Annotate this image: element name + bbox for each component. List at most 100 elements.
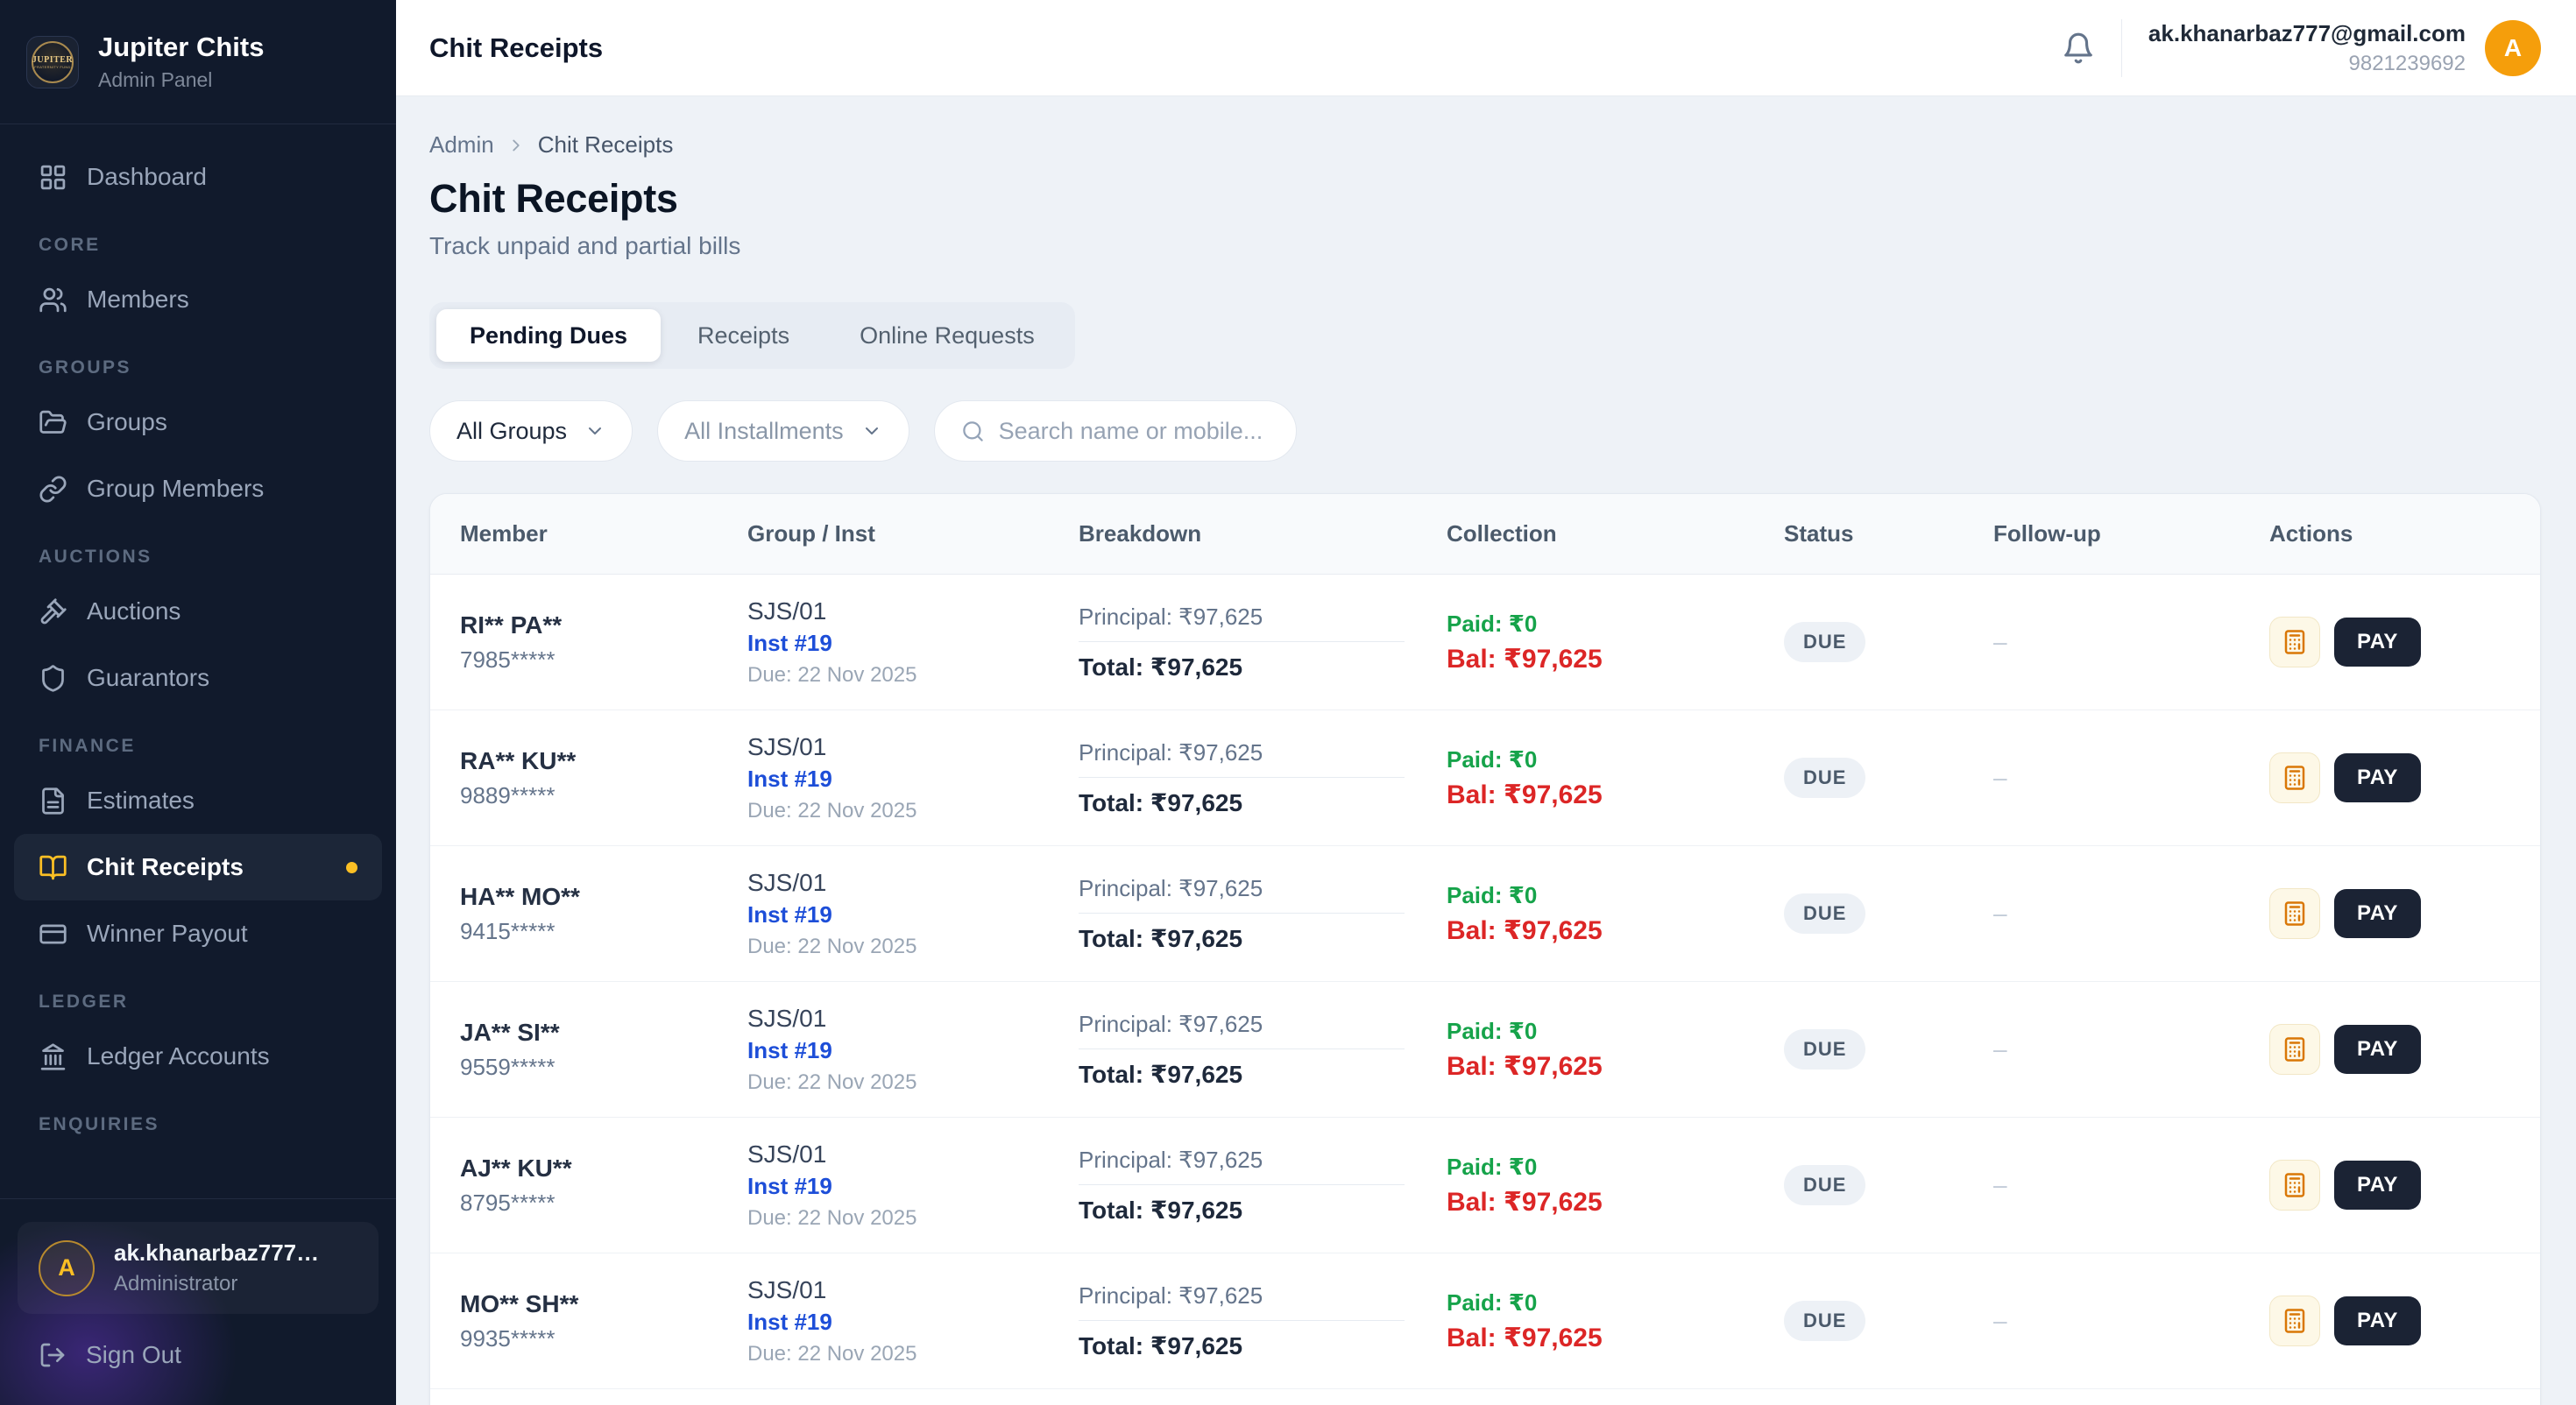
installment-link[interactable]: Inst #19 <box>747 901 1079 928</box>
principal-amount: Principal: ₹97,625 <box>1079 1282 1405 1321</box>
sidebar-item-label: Guarantors <box>87 664 209 692</box>
breadcrumb-item-admin[interactable]: Admin <box>429 131 494 159</box>
user-card[interactable]: A ak.khanarbaz777@g... Administrator <box>18 1222 379 1314</box>
tab-receipts[interactable]: Receipts <box>664 309 823 362</box>
pay-button[interactable]: PAY <box>2334 1296 2421 1345</box>
installment-link[interactable]: Inst #19 <box>747 1037 1079 1064</box>
tab-pending-dues[interactable]: Pending Dues <box>436 309 661 362</box>
sidebar-item-auctions[interactable]: Auctions <box>14 578 382 645</box>
followup-placeholder: – <box>1993 1307 2007 1334</box>
chevron-right-icon <box>506 136 526 155</box>
installment-link[interactable]: Inst #19 <box>747 1173 1079 1200</box>
notifications-button[interactable] <box>2062 32 2095 65</box>
status-cell: DUE <box>1784 1165 1993 1205</box>
nav-section-label-ledger: LEDGER <box>39 992 357 1013</box>
sidebar-item-label: Members <box>87 286 189 314</box>
group-code: SJS/01 <box>747 1005 1079 1033</box>
account-info: ak.khanarbaz777@gmail.com 9821239692 <box>2148 20 2466 76</box>
followup-cell: – <box>1993 1035 2269 1063</box>
balance-amount: Bal: ₹97,625 <box>1447 1051 1784 1082</box>
status-badge: DUE <box>1784 622 1865 662</box>
receipt-button[interactable] <box>2269 1160 2320 1211</box>
account-avatar-initial: A <box>2504 34 2522 62</box>
calculator-icon <box>2282 1308 2308 1334</box>
table-filler <box>430 1389 2540 1405</box>
group-filter-dropdown[interactable]: All Groups <box>429 400 633 462</box>
sidebar-item-guarantors[interactable]: Guarantors <box>14 645 382 711</box>
nav-section-label-groups: GROUPS <box>39 357 357 378</box>
followup-placeholder: – <box>1993 900 2007 927</box>
member-phone: 9889***** <box>460 782 747 809</box>
brand-text: Jupiter Chits Admin Panel <box>98 32 264 92</box>
landmark-icon <box>39 1042 67 1071</box>
page-content: AdminChit Receipts Chit Receipts Track u… <box>396 96 2576 1405</box>
receipt-button[interactable] <box>2269 752 2320 803</box>
receipt-button[interactable] <box>2269 1024 2320 1075</box>
filters-bar: All Groups All Installments <box>429 400 2541 462</box>
sidebar-item-ledger-accounts[interactable]: Ledger Accounts <box>14 1023 382 1090</box>
column-header-follow-up: Follow-up <box>1993 520 2269 547</box>
sidebar-item-dashboard[interactable]: Dashboard <box>14 144 382 210</box>
balance-amount: Bal: ₹97,625 <box>1447 915 1784 946</box>
sidebar-item-label: Winner Payout <box>87 920 248 948</box>
paid-amount: Paid: ₹0 <box>1447 882 1784 909</box>
chevron-down-icon <box>861 420 882 441</box>
group-cell: SJS/01Inst #19Due: 22 Nov 2025 <box>747 869 1079 959</box>
sidebar-item-label: Dashboard <box>87 163 207 191</box>
breakdown-cell: Principal: ₹97,625Total: ₹97,625 <box>1079 875 1447 953</box>
brand-title: Jupiter Chits <box>98 32 264 63</box>
sidebar-item-estimates[interactable]: Estimates <box>14 767 382 834</box>
tab-online-requests[interactable]: Online Requests <box>826 309 1068 362</box>
installment-link[interactable]: Inst #19 <box>747 766 1079 793</box>
principal-amount: Principal: ₹97,625 <box>1079 739 1405 778</box>
sidebar-item-label: Groups <box>87 408 167 436</box>
installment-link[interactable]: Inst #19 <box>747 1309 1079 1336</box>
receipt-button[interactable] <box>2269 888 2320 939</box>
breakdown-cell: Principal: ₹97,625Total: ₹97,625 <box>1079 1282 1447 1360</box>
followup-placeholder: – <box>1993 764 2007 791</box>
member-cell: JA** SI**9559***** <box>460 1019 747 1081</box>
actions-cell: PAY <box>2269 1296 2510 1346</box>
brand: JUPITER FRATERNITY FUND Jupiter Chits Ad… <box>0 0 396 124</box>
pay-button[interactable]: PAY <box>2334 1161 2421 1210</box>
sidebar-footer: A ak.khanarbaz777@g... Administrator Sig… <box>0 1198 396 1405</box>
pay-button[interactable]: PAY <box>2334 618 2421 667</box>
group-cell: SJS/01Inst #19Due: 22 Nov 2025 <box>747 1276 1079 1366</box>
principal-amount: Principal: ₹97,625 <box>1079 1011 1405 1049</box>
column-header-breakdown: Breakdown <box>1079 520 1447 547</box>
main-area: Chit Receipts ak.khanarbaz777@gmail.com … <box>396 0 2576 1405</box>
sidebar-item-members[interactable]: Members <box>14 266 382 333</box>
pay-button[interactable]: PAY <box>2334 889 2421 938</box>
member-name: MO** SH** <box>460 1290 747 1318</box>
receipt-button[interactable] <box>2269 1296 2320 1346</box>
installment-link[interactable]: Inst #19 <box>747 630 1079 657</box>
installment-filter-dropdown[interactable]: All Installments <box>657 400 909 462</box>
pay-button[interactable]: PAY <box>2334 753 2421 802</box>
installment-filter-value: All Installments <box>684 418 844 445</box>
table-row: HA** MO**9415*****SJS/01Inst #19Due: 22 … <box>430 846 2540 982</box>
pay-button[interactable]: PAY <box>2334 1025 2421 1074</box>
sidebar-item-chit-receipts[interactable]: Chit Receipts <box>14 834 382 900</box>
member-phone: 9415***** <box>460 918 747 945</box>
chevron-right-icon <box>506 136 526 155</box>
member-name: RI** PA** <box>460 611 747 639</box>
search-input[interactable] <box>999 418 1270 445</box>
actions-cell: PAY <box>2269 1024 2510 1075</box>
member-phone: 7985***** <box>460 646 747 674</box>
topbar-divider <box>2121 19 2122 77</box>
sidebar: JUPITER FRATERNITY FUND Jupiter Chits Ad… <box>0 0 396 1405</box>
sidebar-item-group-members[interactable]: Group Members <box>14 455 382 522</box>
account-avatar[interactable]: A <box>2485 20 2541 76</box>
breadcrumb-item-chit-receipts[interactable]: Chit Receipts <box>538 131 674 159</box>
table-body: RI** PA** 7985***** SJS/01Inst #19Due: 22 … <box>430 575 2540 1389</box>
actions-cell: PAY <box>2269 752 2510 803</box>
sidebar-item-groups[interactable]: Groups <box>14 389 382 455</box>
receipt-button[interactable] <box>2269 617 2320 667</box>
principal-amount: Principal: ₹97,625 <box>1079 1147 1405 1185</box>
sidebar-item-winner-payout[interactable]: Winner Payout <box>14 900 382 967</box>
sign-out-button[interactable]: Sign Out <box>18 1323 379 1387</box>
followup-cell: – <box>1993 1307 2269 1335</box>
paid-amount: Paid: ₹0 <box>1447 1289 1784 1317</box>
paid-amount: Paid: ₹0 <box>1447 611 1784 638</box>
table-row: AJ** KU**8795*****SJS/01Inst #19Due: 22 … <box>430 1118 2540 1253</box>
